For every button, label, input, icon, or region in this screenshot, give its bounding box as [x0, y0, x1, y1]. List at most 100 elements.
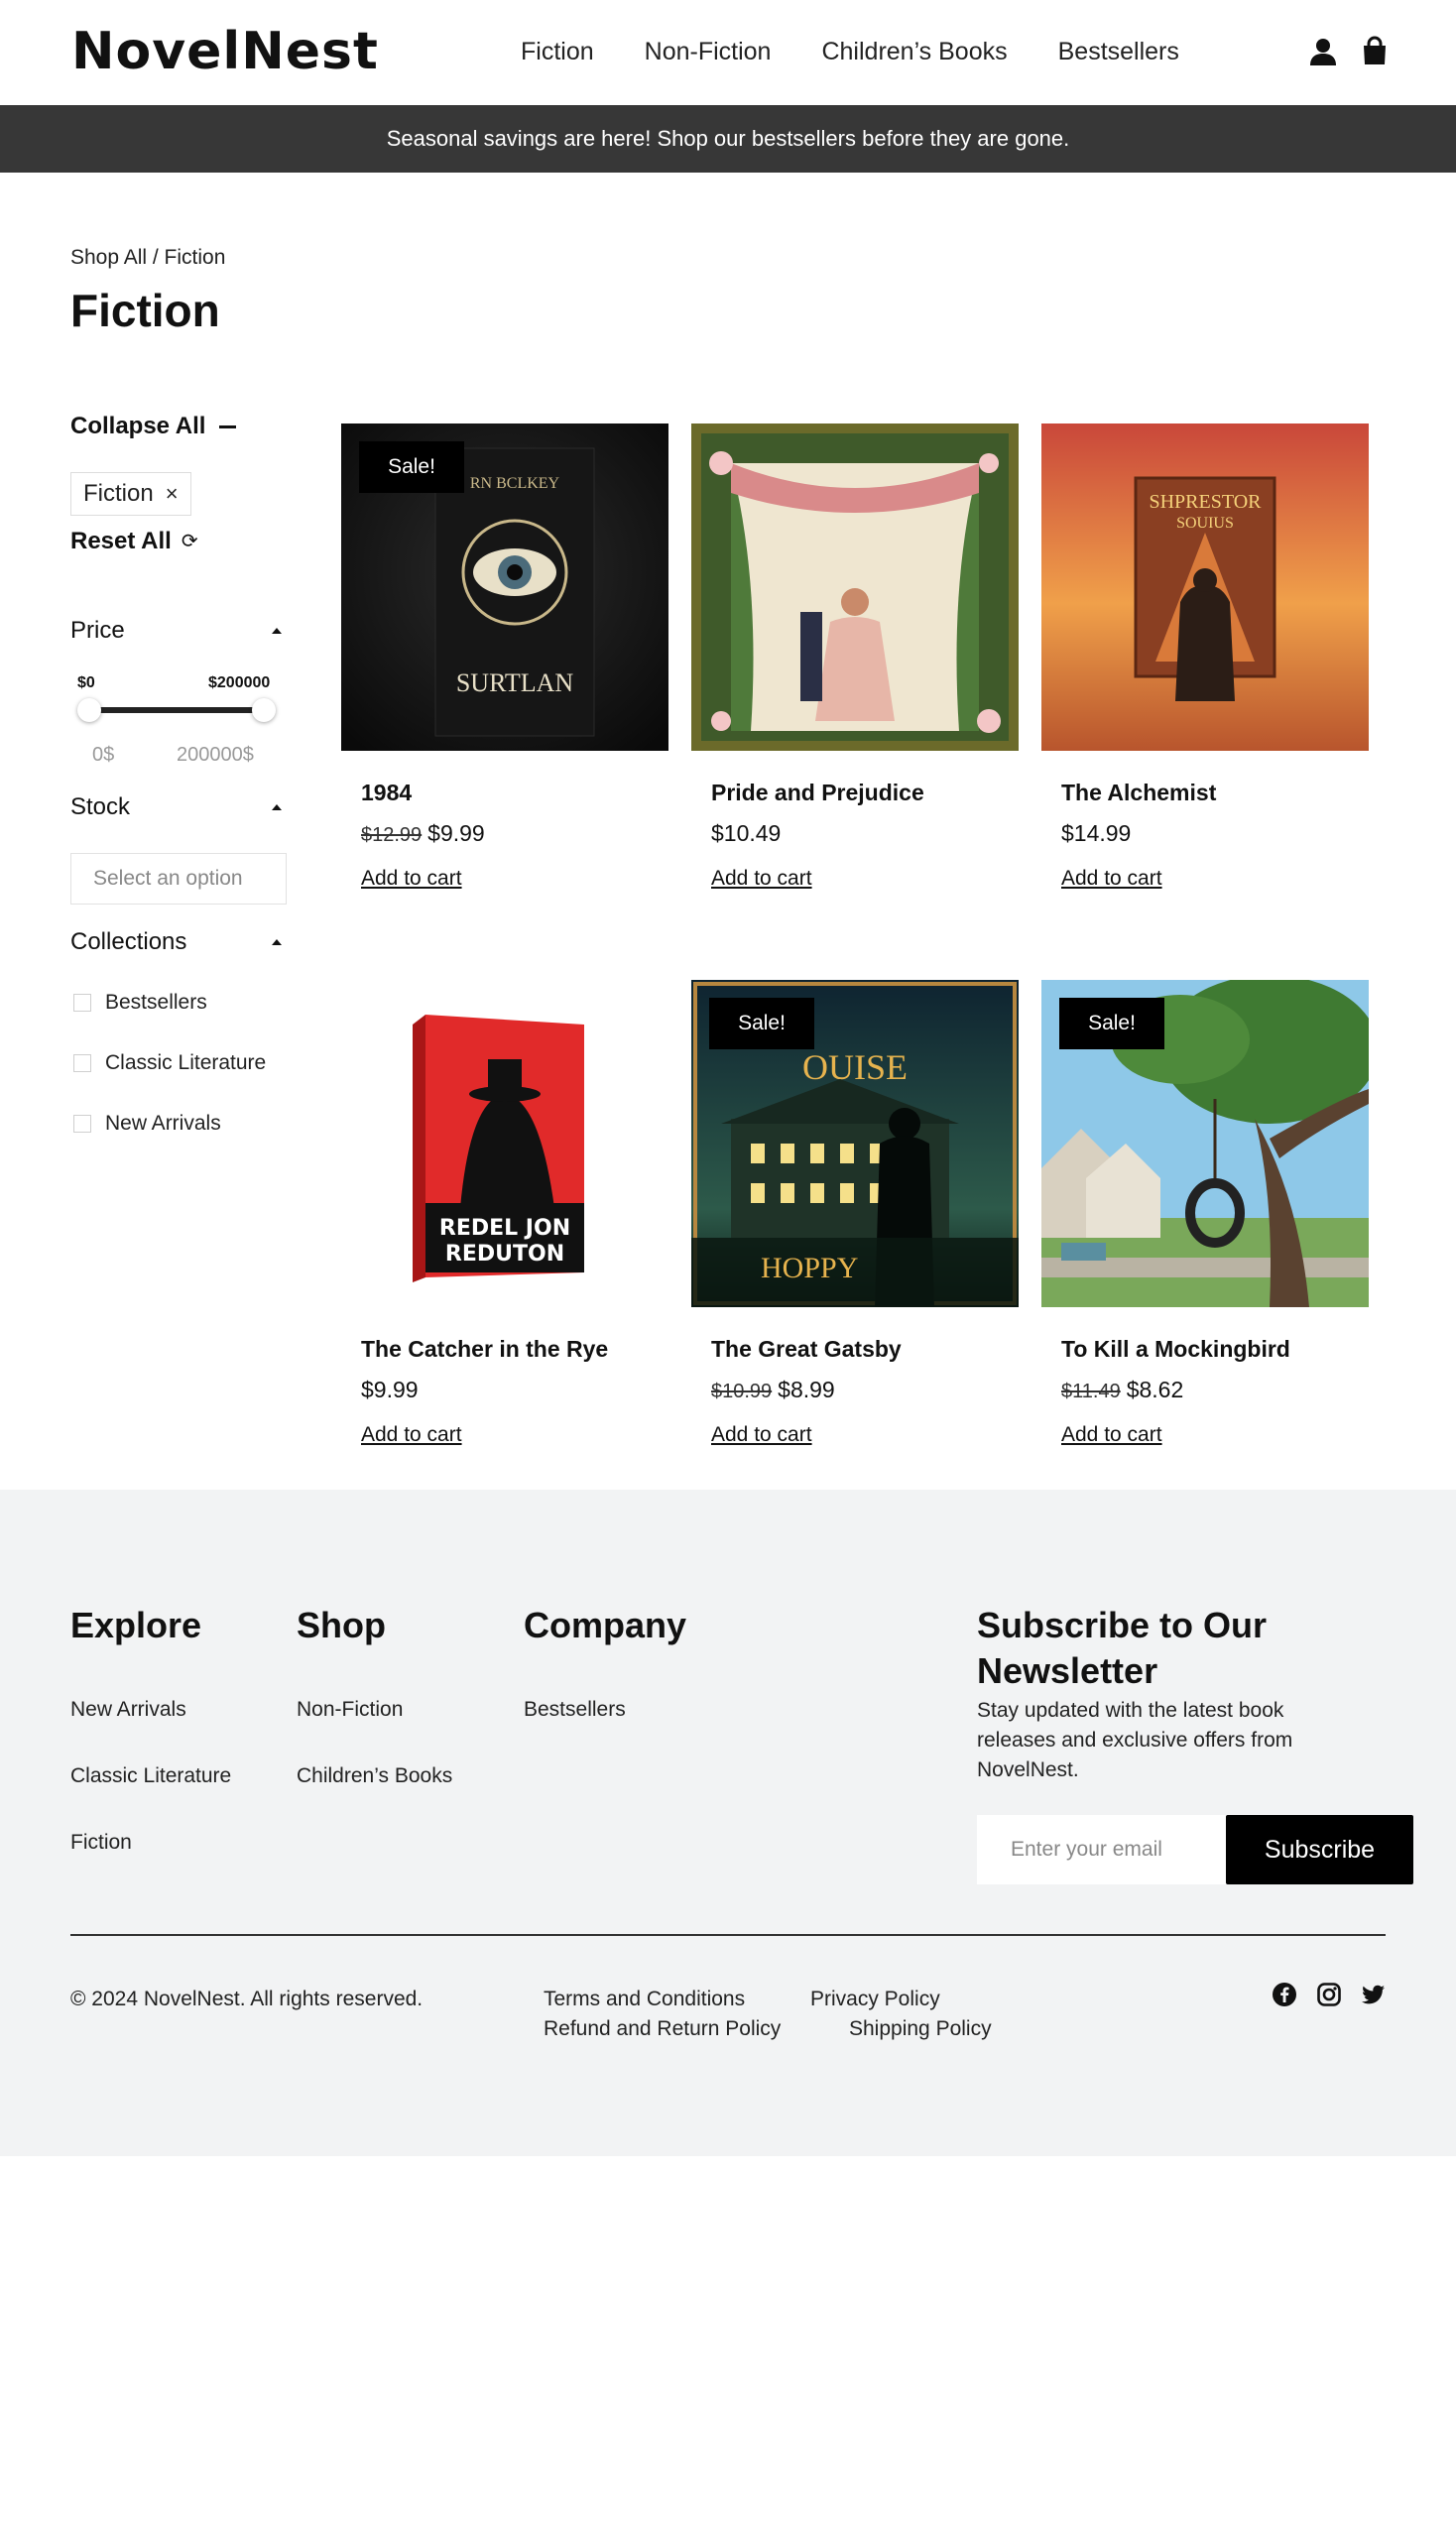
checkbox[interactable] [73, 994, 91, 1012]
product-price-value: $9.99 [361, 1377, 419, 1402]
add-to-cart-link[interactable]: Add to cart [711, 865, 812, 893]
product-price: $11.49 $8.62 [1061, 1374, 1183, 1407]
collections-filter-toggle[interactable]: Collections [70, 926, 286, 958]
product-image[interactable]: REDEL JON REDUTON [341, 980, 668, 1307]
book-cover-image: SHPRESTOR SOUIUS [1041, 423, 1369, 751]
svg-text:SHPRESTOR: SHPRESTOR [1149, 491, 1262, 513]
product-title[interactable]: The Alchemist [1061, 777, 1216, 808]
footer-link[interactable]: Bestsellers [524, 1696, 626, 1724]
twitter-icon[interactable] [1361, 1982, 1387, 2007]
product-price: $12.99 $9.99 [361, 817, 485, 851]
product-title[interactable]: To Kill a Mockingbird [1061, 1333, 1290, 1365]
collection-option-classic-literature[interactable]: Classic Literature [73, 1049, 266, 1077]
minus-icon [219, 424, 237, 428]
price-filter-toggle[interactable]: Price [70, 615, 286, 647]
user-icon[interactable] [1307, 36, 1339, 67]
facebook-icon[interactable] [1272, 1982, 1297, 2007]
instagram-icon[interactable] [1316, 1982, 1342, 2007]
footer-shop-heading: Shop [297, 1605, 386, 1645]
active-filter-chip[interactable]: Fiction × [70, 472, 191, 516]
product-image[interactable] [691, 423, 1019, 751]
stock-select[interactable]: Select an option [70, 853, 287, 905]
refund-link[interactable]: Refund and Return Policy [544, 2015, 781, 2043]
chevron-up-icon [272, 939, 282, 945]
add-to-cart-link[interactable]: Add to cart [1061, 1421, 1162, 1449]
privacy-link[interactable]: Privacy Policy [810, 1986, 940, 2013]
nav-bestsellers[interactable]: Bestsellers [1058, 34, 1179, 69]
product-title[interactable]: The Great Gatsby [711, 1333, 902, 1365]
svg-text:SURTLAN: SURTLAN [456, 668, 574, 697]
copyright-text: © 2024 NovelNest. All rights reserved. [70, 1988, 424, 2010]
add-to-cart-link[interactable]: Add to cart [361, 865, 462, 893]
footer-link[interactable]: Children’s Books [297, 1762, 452, 1790]
price-max-label: $200000 [208, 674, 271, 691]
sale-price: $8.99 [778, 1377, 835, 1402]
product-image[interactable]: SHPRESTOR SOUIUS [1041, 423, 1369, 751]
stock-filter-label: Stock [70, 793, 131, 820]
collapse-all-label: Collapse All [70, 413, 206, 439]
email-input[interactable] [977, 1815, 1227, 1884]
checkbox[interactable] [73, 1054, 91, 1072]
product-price-value: $10.49 [711, 820, 782, 846]
terms-link[interactable]: Terms and Conditions [544, 1986, 745, 2013]
product-title[interactable]: Pride and Prejudice [711, 777, 924, 808]
footer-link[interactable]: New Arrivals [70, 1696, 186, 1724]
add-to-cart-link[interactable]: Add to cart [361, 1421, 462, 1449]
sale-price: $9.99 [427, 820, 485, 846]
breadcrumb[interactable]: Shop All / Fiction [70, 244, 225, 272]
price-min-label: $0 [77, 674, 95, 691]
product-price: $14.99 [1061, 817, 1131, 849]
add-to-cart-link[interactable]: Add to cart [711, 1421, 812, 1449]
original-price: $10.99 [711, 1381, 773, 1402]
page-title: Fiction [70, 285, 220, 336]
shipping-link[interactable]: Shipping Policy [849, 2015, 992, 2043]
collection-option-label: Bestsellers [105, 991, 207, 1014]
svg-text:HOPPY: HOPPY [761, 1252, 858, 1284]
nav-fiction[interactable]: Fiction [521, 34, 594, 69]
product-price: $10.49 [711, 817, 781, 849]
collection-option-bestsellers[interactable]: Bestsellers [73, 989, 207, 1017]
sale-price: $8.62 [1126, 1377, 1184, 1402]
footer-link[interactable]: Classic Literature [70, 1762, 231, 1790]
footer-link[interactable]: Non-Fiction [297, 1696, 403, 1724]
collection-option-label: New Arrivals [105, 1112, 221, 1135]
chevron-up-icon [272, 804, 282, 810]
nav-childrens-books[interactable]: Children’s Books [821, 34, 1007, 69]
main-nav: Fiction Non-Fiction Children’s Books Bes… [521, 34, 1179, 69]
svg-text:REDEL JON: REDEL JON [439, 1216, 570, 1241]
original-price: $12.99 [361, 824, 423, 846]
reset-all-button[interactable]: Reset All ⟳ [70, 526, 198, 557]
collection-option-label: Classic Literature [105, 1051, 267, 1074]
chevron-up-icon [272, 628, 282, 634]
collapse-all-button[interactable]: Collapse All [70, 411, 237, 442]
newsletter-description: Stay updated with the latest book releas… [977, 1699, 1293, 1781]
collection-option-new-arrivals[interactable]: New Arrivals [73, 1110, 221, 1138]
reset-all-label: Reset All [70, 528, 172, 554]
footer-explore-heading: Explore [70, 1605, 202, 1645]
price-filter-label: Price [70, 617, 125, 644]
svg-text:RN BCLKEY: RN BCLKEY [470, 475, 560, 492]
shopping-bag-icon[interactable] [1359, 36, 1391, 67]
product-price: $9.99 [361, 1374, 419, 1405]
svg-text:OUISE: OUISE [802, 1047, 908, 1087]
add-to-cart-link[interactable]: Add to cart [1061, 865, 1162, 893]
price-slider-min-handle[interactable] [77, 698, 101, 722]
nav-non-fiction[interactable]: Non-Fiction [645, 34, 772, 69]
price-slider-track[interactable] [89, 707, 264, 713]
product-title[interactable]: 1984 [361, 777, 412, 808]
footer-link[interactable]: Fiction [70, 1829, 132, 1857]
site-logo[interactable]: NovelNest [71, 20, 379, 83]
footer-company-heading: Company [524, 1605, 687, 1645]
svg-text:SOUIUS: SOUIUS [1176, 515, 1234, 532]
product-title[interactable]: The Catcher in the Rye [361, 1333, 608, 1365]
price-slider-max-handle[interactable] [252, 698, 276, 722]
close-icon[interactable]: × [166, 481, 179, 507]
sale-badge: Sale! [359, 441, 464, 493]
subscribe-button[interactable]: Subscribe [1226, 1815, 1413, 1884]
newsletter-heading: Subscribe to Our Newsletter [977, 1605, 1268, 1691]
checkbox[interactable] [73, 1115, 91, 1133]
stock-filter-toggle[interactable]: Stock [70, 791, 286, 823]
sale-badge: Sale! [709, 998, 814, 1049]
sale-badge: Sale! [1059, 998, 1164, 1049]
book-cover-image: REDEL JON REDUTON [341, 980, 668, 1307]
